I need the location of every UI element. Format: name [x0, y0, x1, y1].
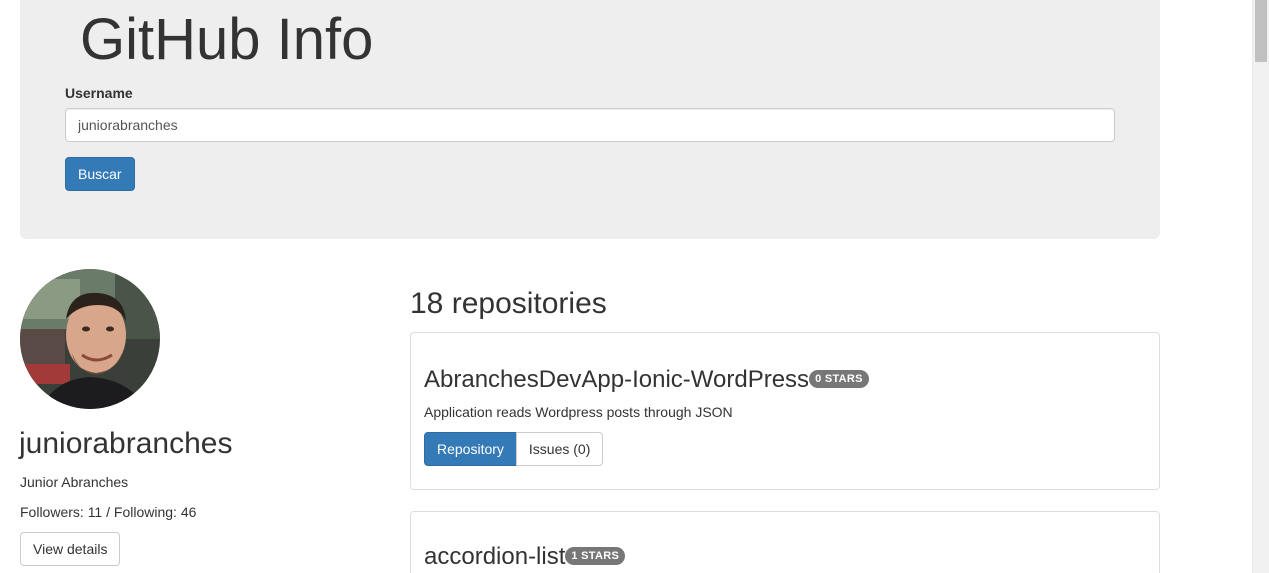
view-details-button[interactable]: View details — [20, 532, 121, 566]
avatar-image — [20, 269, 160, 409]
search-button[interactable]: Buscar — [65, 157, 135, 191]
profile-login: juniorabranches — [19, 427, 233, 460]
following-label: Following: — [113, 504, 177, 520]
repo-name: accordion-list — [424, 543, 566, 570]
repo-count-heading: 18 repositories — [410, 287, 607, 320]
follow-separator: / — [106, 504, 111, 520]
issues-button[interactable]: Issues (0) — [515, 432, 604, 466]
profile-name: Junior Abranches — [20, 474, 129, 490]
scrollbar-thumb[interactable] — [1255, 0, 1267, 62]
repo-title: AbranchesDevApp-Ionic-WordPress 0 STARS — [424, 366, 869, 394]
repository-button[interactable]: Repository — [424, 432, 517, 466]
repo-title: accordion-list 1 STARS — [424, 543, 626, 571]
app-title: GitHub Info — [80, 7, 374, 72]
repo-description: Application reads Wordpress posts throug… — [424, 404, 733, 420]
page-scrollbar[interactable] — [1252, 0, 1269, 573]
stars-badge: 0 STARS — [809, 369, 869, 388]
avatar — [20, 269, 160, 409]
following-count: 46 — [180, 504, 197, 520]
username-label: Username — [65, 85, 133, 101]
repo-card: accordion-list 1 STARS — [410, 511, 1160, 573]
username-input[interactable] — [65, 108, 1115, 142]
followers-count: 11 — [87, 504, 103, 520]
repo-card: AbranchesDevApp-Ionic-WordPress 0 STARS A… — [410, 332, 1160, 490]
repo-actions: Repository Issues (0) — [424, 432, 604, 466]
stars-badge: 1 STARS — [565, 546, 626, 565]
followers-label: Followers: — [20, 504, 84, 520]
follow-stats: Followers: 11 / Following: 46 — [20, 504, 196, 520]
repo-name: AbranchesDevApp-Ionic-WordPress — [424, 366, 810, 393]
